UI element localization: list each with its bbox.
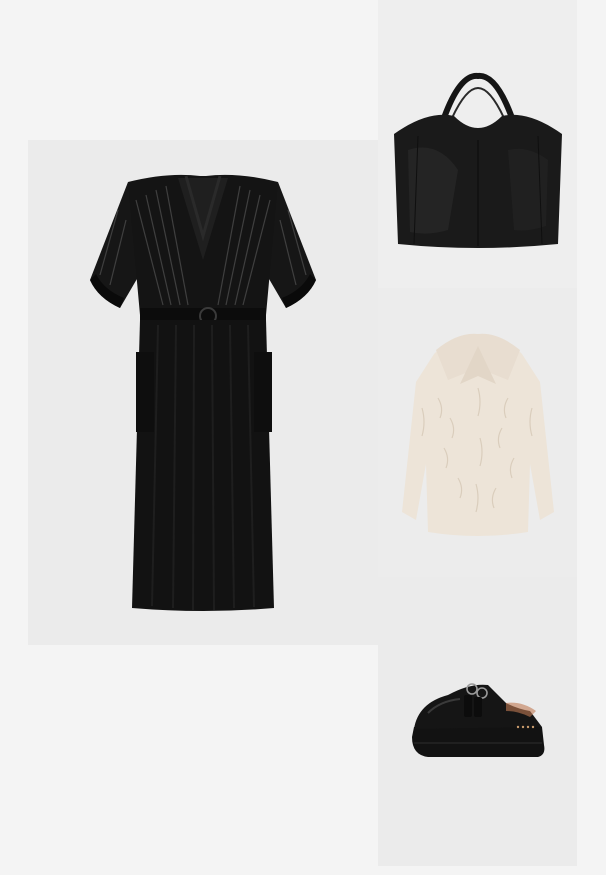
shoes-image — [412, 683, 545, 757]
bag-product-tile[interactable] — [378, 0, 577, 288]
dress-image — [90, 174, 316, 611]
coat-image — [402, 333, 554, 536]
coat-product-tile[interactable] — [378, 288, 577, 577]
bag-image — [394, 72, 562, 248]
shoes-product-tile[interactable] — [378, 577, 577, 866]
dress-product-tile[interactable] — [28, 140, 378, 645]
outfit-collage — [0, 0, 606, 875]
